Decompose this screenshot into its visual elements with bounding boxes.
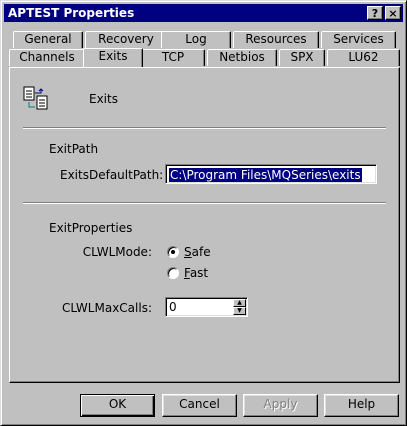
radio-selected-dot [171, 250, 175, 254]
fast-label-rest: ast [189, 266, 209, 280]
tab-resources[interactable]: Resources [233, 31, 319, 48]
clwl-mode-safe-radio[interactable] [167, 246, 179, 258]
spin-up-button[interactable]: ▲ [233, 299, 246, 307]
exits-default-path-label: ExitsDefaultPath: [60, 168, 164, 182]
exits-header-label: Exits [89, 92, 118, 106]
tab-channels[interactable]: Channels [9, 49, 85, 66]
clwl-mode-safe-label[interactable]: Safe [184, 245, 211, 259]
separator [23, 202, 386, 204]
exits-default-path-field[interactable]: C:\Program Files\MQSeries\exits [165, 164, 377, 184]
tab-netbios[interactable]: Netbios [207, 49, 277, 66]
properties-dialog: APTEST Properties ? × General Recovery L… [0, 0, 407, 426]
tab-tcp[interactable]: TCP [141, 49, 205, 66]
tab-general[interactable]: General [13, 31, 83, 48]
window-title: APTEST Properties [8, 6, 135, 20]
close-title-button[interactable]: × [385, 6, 401, 20]
clwl-max-calls-spinner[interactable]: 0 ▲ ▼ [165, 297, 248, 317]
exits-icon [23, 86, 48, 110]
clwl-mode-label: CLWLMode: [82, 245, 152, 259]
ok-button[interactable]: OK [80, 394, 155, 417]
tab-services[interactable]: Services [321, 31, 396, 48]
clwl-mode-fast-label[interactable]: Fast [184, 266, 208, 280]
separator [23, 127, 386, 129]
apply-button[interactable]: Apply [243, 394, 318, 417]
spin-down-button[interactable]: ▼ [233, 307, 246, 315]
exit-properties-group-label: ExitProperties [49, 221, 133, 235]
tab-panel-exits: Exits ExitPath ExitsDefaultPath: C:\Prog… [9, 67, 400, 383]
cancel-button[interactable]: Cancel [162, 394, 237, 417]
exit-path-group-label: ExitPath [49, 142, 99, 156]
safe-label-rest: afe [191, 245, 211, 259]
tab-lu62[interactable]: LU62 [327, 49, 400, 66]
clwl-max-calls-label: CLWLMaxCalls: [61, 301, 152, 315]
tab-log[interactable]: Log [161, 31, 231, 48]
clwl-max-calls-value: 0 [169, 300, 177, 314]
tab-spx[interactable]: SPX [279, 49, 325, 66]
clwl-mode-fast-radio[interactable] [167, 267, 179, 279]
exits-default-path-value: C:\Program Files\MQSeries\exits [169, 168, 362, 182]
title-bar[interactable]: APTEST Properties ? × [4, 4, 403, 22]
tab-recovery[interactable]: Recovery [85, 31, 167, 48]
help-title-button[interactable]: ? [367, 6, 383, 20]
safe-mnemonic: S [184, 245, 192, 259]
tab-exits[interactable]: Exits [83, 48, 143, 67]
help-button[interactable]: Help [324, 394, 399, 417]
